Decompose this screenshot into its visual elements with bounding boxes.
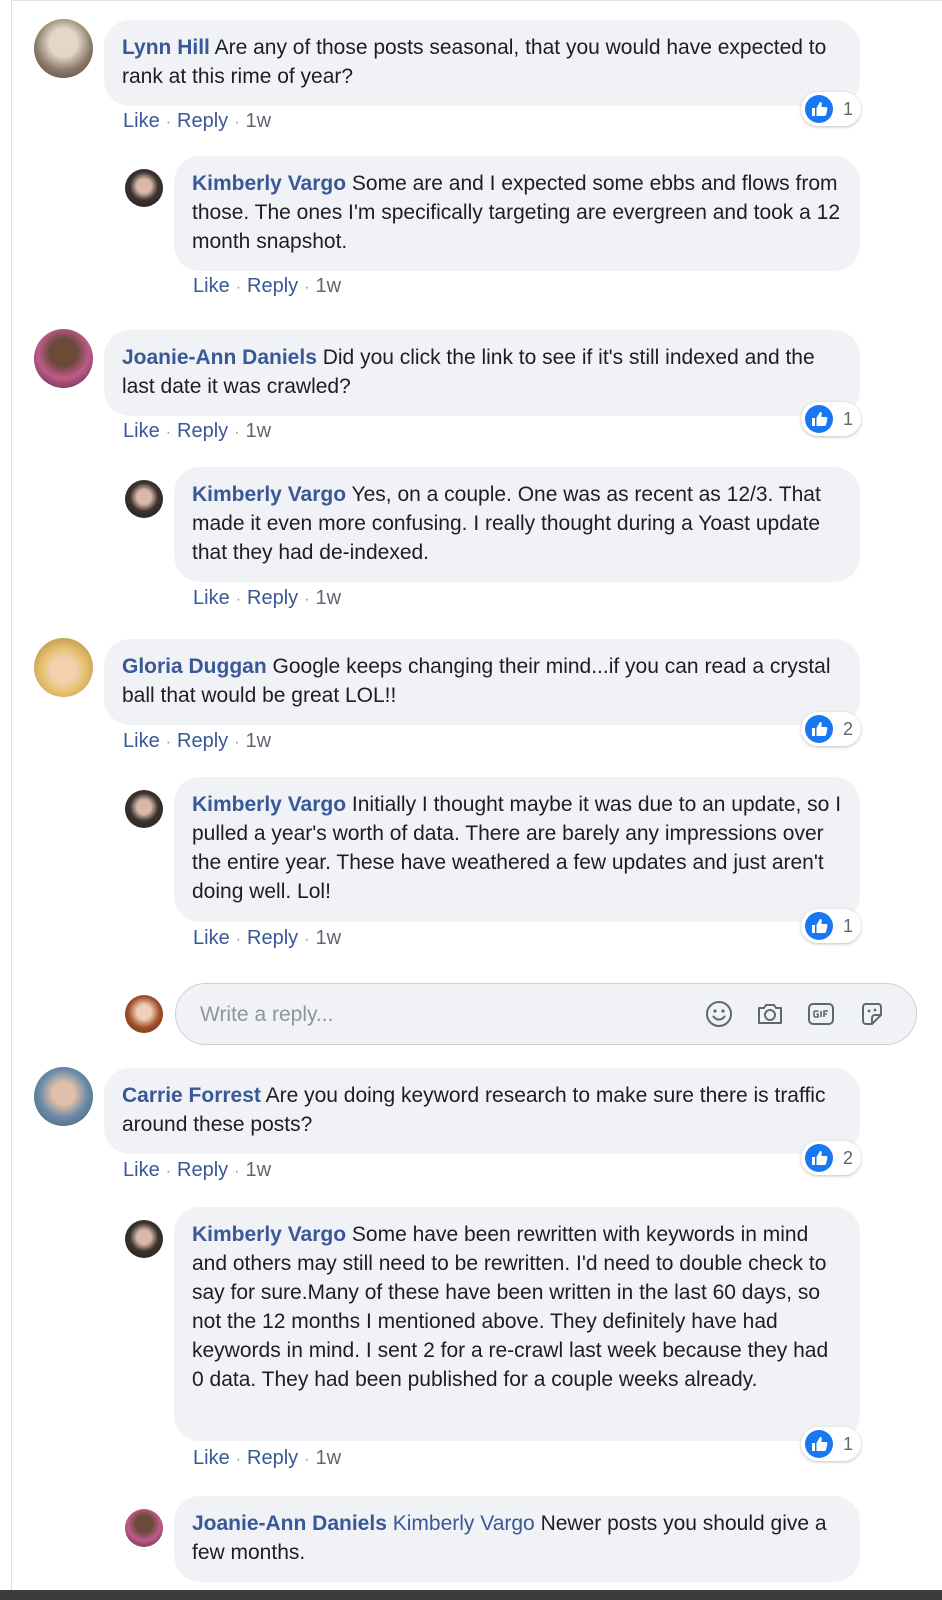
comment-actions: Like · Reply · 1w	[193, 927, 342, 949]
reply-link[interactable]: Reply	[247, 927, 298, 949]
like-icon	[805, 95, 833, 123]
mention-link[interactable]: Kimberly Vargo	[393, 1512, 535, 1535]
comment-author[interactable]: Joanie-Ann Daniels	[192, 1512, 387, 1535]
reaction-count[interactable]: 1	[801, 1427, 862, 1461]
like-link[interactable]: Like	[123, 1159, 160, 1181]
window-bottom-edge	[0, 1590, 942, 1600]
timestamp[interactable]: 1w	[246, 110, 272, 132]
avatar[interactable]	[125, 1220, 163, 1258]
timestamp[interactable]: 1w	[316, 275, 342, 297]
gif-icon[interactable]	[805, 998, 837, 1030]
reaction-count[interactable]: 2	[801, 1141, 862, 1175]
reply-link[interactable]: Reply	[177, 420, 228, 442]
avatar[interactable]	[125, 790, 163, 828]
comment-bubble: Joanie-Ann Daniels Did you click the lin…	[104, 330, 860, 416]
comment-actions: Like · Reply · 1w	[123, 730, 272, 752]
reaction-count[interactable]: 1	[801, 92, 862, 126]
camera-icon[interactable]	[754, 998, 786, 1030]
reply-link[interactable]: Reply	[247, 587, 298, 609]
like-link[interactable]: Like	[123, 110, 160, 132]
like-link[interactable]: Like	[193, 927, 230, 949]
reaction-number: 1	[843, 408, 854, 429]
avatar[interactable]	[125, 169, 163, 207]
reaction-count[interactable]: 2	[801, 712, 862, 746]
avatar[interactable]	[34, 329, 93, 388]
comment-author[interactable]: Kimberly Vargo	[192, 793, 346, 816]
timestamp[interactable]: 1w	[246, 1159, 272, 1181]
like-icon	[805, 1430, 833, 1458]
timestamp[interactable]: 1w	[316, 587, 342, 609]
reaction-number: 2	[843, 718, 854, 739]
comment-bubble: Lynn Hill Are any of those posts seasona…	[104, 20, 860, 106]
reply-input[interactable]	[198, 1000, 682, 1030]
comment-text: Some have been rewritten with keywords i…	[192, 1223, 829, 1391]
sticker-icon[interactable]	[856, 998, 888, 1030]
comment-actions: Like · Reply · 1w	[123, 110, 272, 132]
like-link[interactable]: Like	[193, 1447, 230, 1469]
reply-link[interactable]: Reply	[247, 275, 298, 297]
timestamp[interactable]: 1w	[246, 420, 272, 442]
reply-box[interactable]	[175, 983, 917, 1045]
comment-author[interactable]: Lynn Hill	[122, 36, 210, 59]
reaction-number: 1	[843, 98, 854, 119]
reply-bubble: Kimberly Vargo Some are and I expected s…	[174, 156, 860, 271]
current-user-avatar	[125, 995, 163, 1033]
emoji-icon[interactable]	[703, 998, 735, 1030]
comment-actions: Like · Reply · 1w	[123, 1159, 272, 1181]
reply-bubble: Kimberly Vargo Initially I thought maybe…	[174, 777, 860, 922]
like-icon	[805, 912, 833, 940]
comment-author[interactable]: Carrie Forrest	[122, 1084, 261, 1107]
comment-bubble: Gloria Duggan Google keeps changing thei…	[104, 639, 860, 725]
timestamp[interactable]: 1w	[246, 730, 272, 752]
reaction-count[interactable]: 1	[801, 909, 862, 943]
like-icon	[805, 405, 833, 433]
like-link[interactable]: Like	[123, 730, 160, 752]
like-icon	[805, 715, 833, 743]
comment-author[interactable]: Kimberly Vargo	[192, 483, 346, 506]
comment-author[interactable]: Gloria Duggan	[122, 655, 267, 678]
comment-bubble: Carrie Forrest Are you doing keyword res…	[104, 1068, 860, 1154]
comment-text: Are any of those posts seasonal, that yo…	[122, 36, 827, 88]
reply-link[interactable]: Reply	[177, 110, 228, 132]
avatar[interactable]	[125, 480, 163, 518]
reply-bubble: Joanie-Ann Daniels Kimberly Vargo Newer …	[174, 1496, 860, 1582]
comment-author[interactable]: Kimberly Vargo	[192, 172, 346, 195]
avatar[interactable]	[125, 1509, 163, 1547]
comment-actions: Like · Reply · 1w	[193, 1447, 342, 1469]
comment-author[interactable]: Kimberly Vargo	[192, 1223, 346, 1246]
like-link[interactable]: Like	[123, 420, 160, 442]
like-link[interactable]: Like	[193, 587, 230, 609]
comment-actions: Like · Reply · 1w	[193, 587, 342, 609]
reaction-number: 1	[843, 1433, 854, 1454]
reply-bubble: Kimberly Vargo Yes, on a couple. One was…	[174, 467, 860, 582]
like-icon	[805, 1144, 833, 1172]
avatar[interactable]	[34, 1067, 93, 1126]
reply-link[interactable]: Reply	[247, 1447, 298, 1469]
avatar[interactable]	[34, 19, 93, 78]
reply-bubble: Kimberly Vargo Some have been rewritten …	[174, 1207, 860, 1441]
comment-actions: Like · Reply · 1w	[123, 420, 272, 442]
timestamp[interactable]: 1w	[316, 1447, 342, 1469]
comment-author[interactable]: Joanie-Ann Daniels	[122, 346, 317, 369]
timestamp[interactable]: 1w	[316, 927, 342, 949]
reaction-number: 2	[843, 1147, 854, 1168]
reply-link[interactable]: Reply	[177, 730, 228, 752]
comment-actions: Like · Reply · 1w	[193, 275, 342, 297]
reply-link[interactable]: Reply	[177, 1159, 228, 1181]
reaction-count[interactable]: 1	[801, 402, 862, 436]
like-link[interactable]: Like	[193, 275, 230, 297]
avatar[interactable]	[34, 638, 93, 697]
reaction-number: 1	[843, 915, 854, 936]
